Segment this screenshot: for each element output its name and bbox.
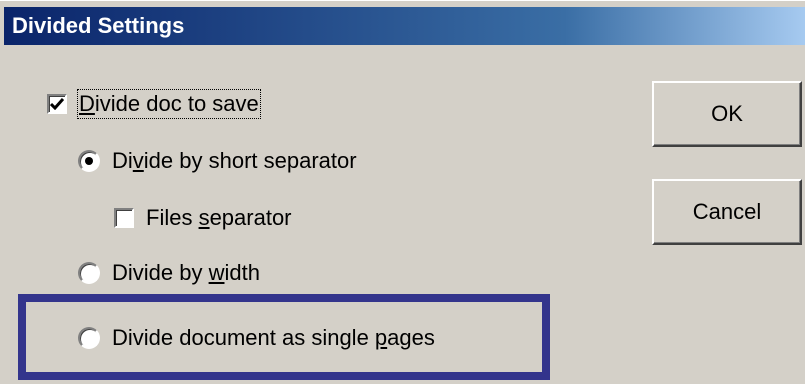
highlight-box bbox=[18, 294, 550, 380]
divide-doc-option[interactable]: Divide doc to save bbox=[47, 89, 261, 119]
files-separator-option[interactable]: Files separator bbox=[114, 205, 292, 231]
by-width-radio[interactable] bbox=[78, 262, 100, 284]
dialog-title: Divided Settings bbox=[4, 7, 805, 45]
divided-settings-dialog: Divided Settings Divide doc to save Divi… bbox=[0, 0, 805, 384]
by-width-option[interactable]: Divide by width bbox=[78, 260, 260, 286]
checkmark-icon bbox=[50, 98, 64, 110]
radio-dot-icon bbox=[85, 157, 93, 165]
short-separator-label: Divide by short separator bbox=[112, 148, 357, 173]
files-separator-label: Files separator bbox=[146, 205, 292, 230]
short-separator-option[interactable]: Divide by short separator bbox=[78, 148, 357, 174]
divide-doc-checkbox[interactable] bbox=[47, 94, 67, 114]
files-separator-checkbox[interactable] bbox=[114, 208, 134, 228]
short-separator-radio[interactable] bbox=[78, 150, 100, 172]
cancel-button[interactable]: Cancel bbox=[652, 179, 802, 245]
divide-doc-label: Divide doc to save bbox=[77, 89, 261, 119]
by-width-label: Divide by width bbox=[112, 260, 260, 285]
ok-button[interactable]: OK bbox=[652, 81, 802, 147]
